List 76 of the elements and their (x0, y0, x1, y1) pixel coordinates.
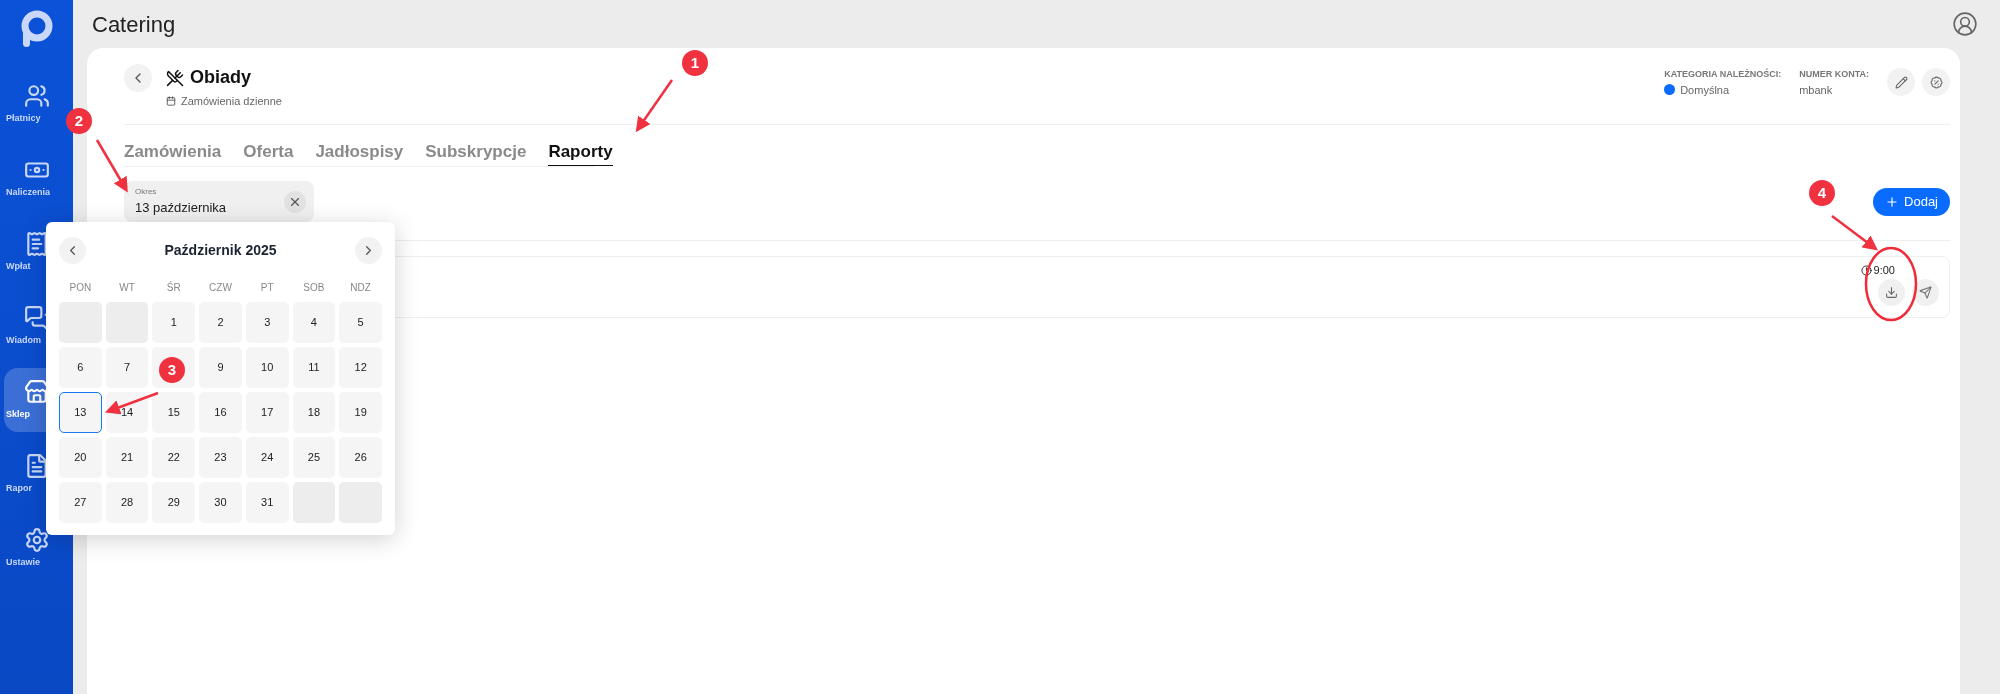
calendar-day[interactable]: 16 (199, 392, 242, 433)
annotation-arrow (104, 391, 159, 415)
report-time: 9:00 (1873, 263, 1895, 278)
account-label: NUMER KONTA: (1799, 68, 1869, 81)
weekday-label: PT (259, 281, 275, 295)
calendar-day[interactable]: 6 (59, 347, 102, 388)
sidebar-item[interactable]: Płatnicy (4, 72, 69, 136)
settings-icon (23, 526, 50, 553)
period-field[interactable]: Okres 13 października (124, 181, 314, 222)
calendar-day[interactable]: 2 (199, 302, 242, 343)
plus-icon (1885, 194, 1900, 209)
calendar-day[interactable]: 30 (199, 482, 242, 523)
sidebar-item[interactable]: Wpłat (4, 220, 69, 284)
section-title: Obiady (190, 66, 251, 89)
weekday-label: WT (118, 281, 136, 295)
weekday-label: NDZ (349, 281, 372, 295)
calendar-day[interactable]: 27 (59, 482, 102, 523)
previous-month-button[interactable] (59, 237, 86, 264)
account-value: mbank (1799, 82, 1834, 98)
percent-badge-icon (1929, 75, 1943, 89)
annotation-arrow (635, 79, 674, 133)
field-value: 13 października (135, 198, 227, 217)
calendar-day[interactable]: 28 (105, 482, 149, 523)
calendar-day[interactable]: 26 (339, 437, 382, 478)
clock-icon (1860, 264, 1872, 276)
calendar-day[interactable]: 19 (339, 392, 382, 433)
calendar-day[interactable]: 4 (292, 302, 336, 343)
calendar-day[interactable]: 3 (245, 302, 289, 343)
back-button[interactable] (124, 64, 152, 92)
calendar-day[interactable]: 24 (245, 437, 289, 478)
user-account-icon[interactable] (1952, 11, 1978, 37)
calendar-day[interactable]: 31 (245, 482, 289, 523)
next-month-button[interactable] (355, 237, 382, 264)
cutlery-icon (166, 68, 184, 87)
people-icon (23, 82, 50, 109)
calendar-day[interactable]: 29 (152, 482, 196, 523)
calendar-day[interactable]: 18 (292, 392, 336, 433)
calendar-day[interactable]: 1 (152, 302, 196, 343)
calendar-day[interactable]: 9 (199, 347, 242, 388)
month-title: Październik 2025 (164, 241, 277, 260)
calendar-day[interactable]: 22 (152, 437, 196, 478)
pencil-icon (1894, 75, 1908, 89)
calendar-day[interactable]: 17 (245, 392, 289, 433)
weekday-label: ŚR (165, 280, 182, 295)
tab[interactable]: Raporty (548, 138, 613, 166)
weekday-label: SOB (302, 281, 326, 295)
calendar-day[interactable]: 11 (292, 347, 336, 388)
calendar-day[interactable]: 21 (105, 437, 149, 478)
section-subtitle: Zamówienia dzienne (181, 94, 282, 109)
calendar-day[interactable]: 15 (152, 392, 196, 433)
field-label: Okres (135, 185, 158, 198)
annotation-arrow (1831, 215, 1878, 251)
paper-plane-icon (1919, 285, 1932, 299)
calendar-day[interactable]: 20 (59, 437, 102, 478)
calendar-icon (166, 96, 176, 107)
calendar-day[interactable]: 7 (105, 347, 149, 388)
page-title: Catering (92, 10, 176, 39)
calendar-day[interactable]: 12 (339, 347, 382, 388)
add-button[interactable]: Dodaj (1873, 187, 1950, 216)
calendar-day[interactable]: 25 (292, 437, 336, 478)
clear-button[interactable] (284, 190, 306, 213)
calendar-day[interactable]: 10 (245, 347, 289, 388)
discount-button[interactable] (1922, 68, 1950, 96)
calendar-day[interactable]: 5 (339, 302, 382, 343)
send-button[interactable] (1912, 278, 1939, 306)
sidebar-item[interactable]: Naliczenia (4, 146, 69, 210)
weekday-label: PON (68, 281, 93, 295)
edit-button[interactable] (1887, 68, 1915, 96)
logo-icon (19, 10, 54, 50)
calendar-day[interactable]: 23 (199, 437, 242, 478)
weekday-label: CZW (208, 281, 233, 295)
calendar-day[interactable]: 13 (59, 392, 102, 433)
download-button[interactable] (1878, 278, 1905, 306)
category-label: KATEGORIA NALEŻNOŚCI: (1664, 68, 1782, 81)
category-value: Domyślna (1680, 82, 1730, 98)
download-icon (1885, 285, 1898, 299)
